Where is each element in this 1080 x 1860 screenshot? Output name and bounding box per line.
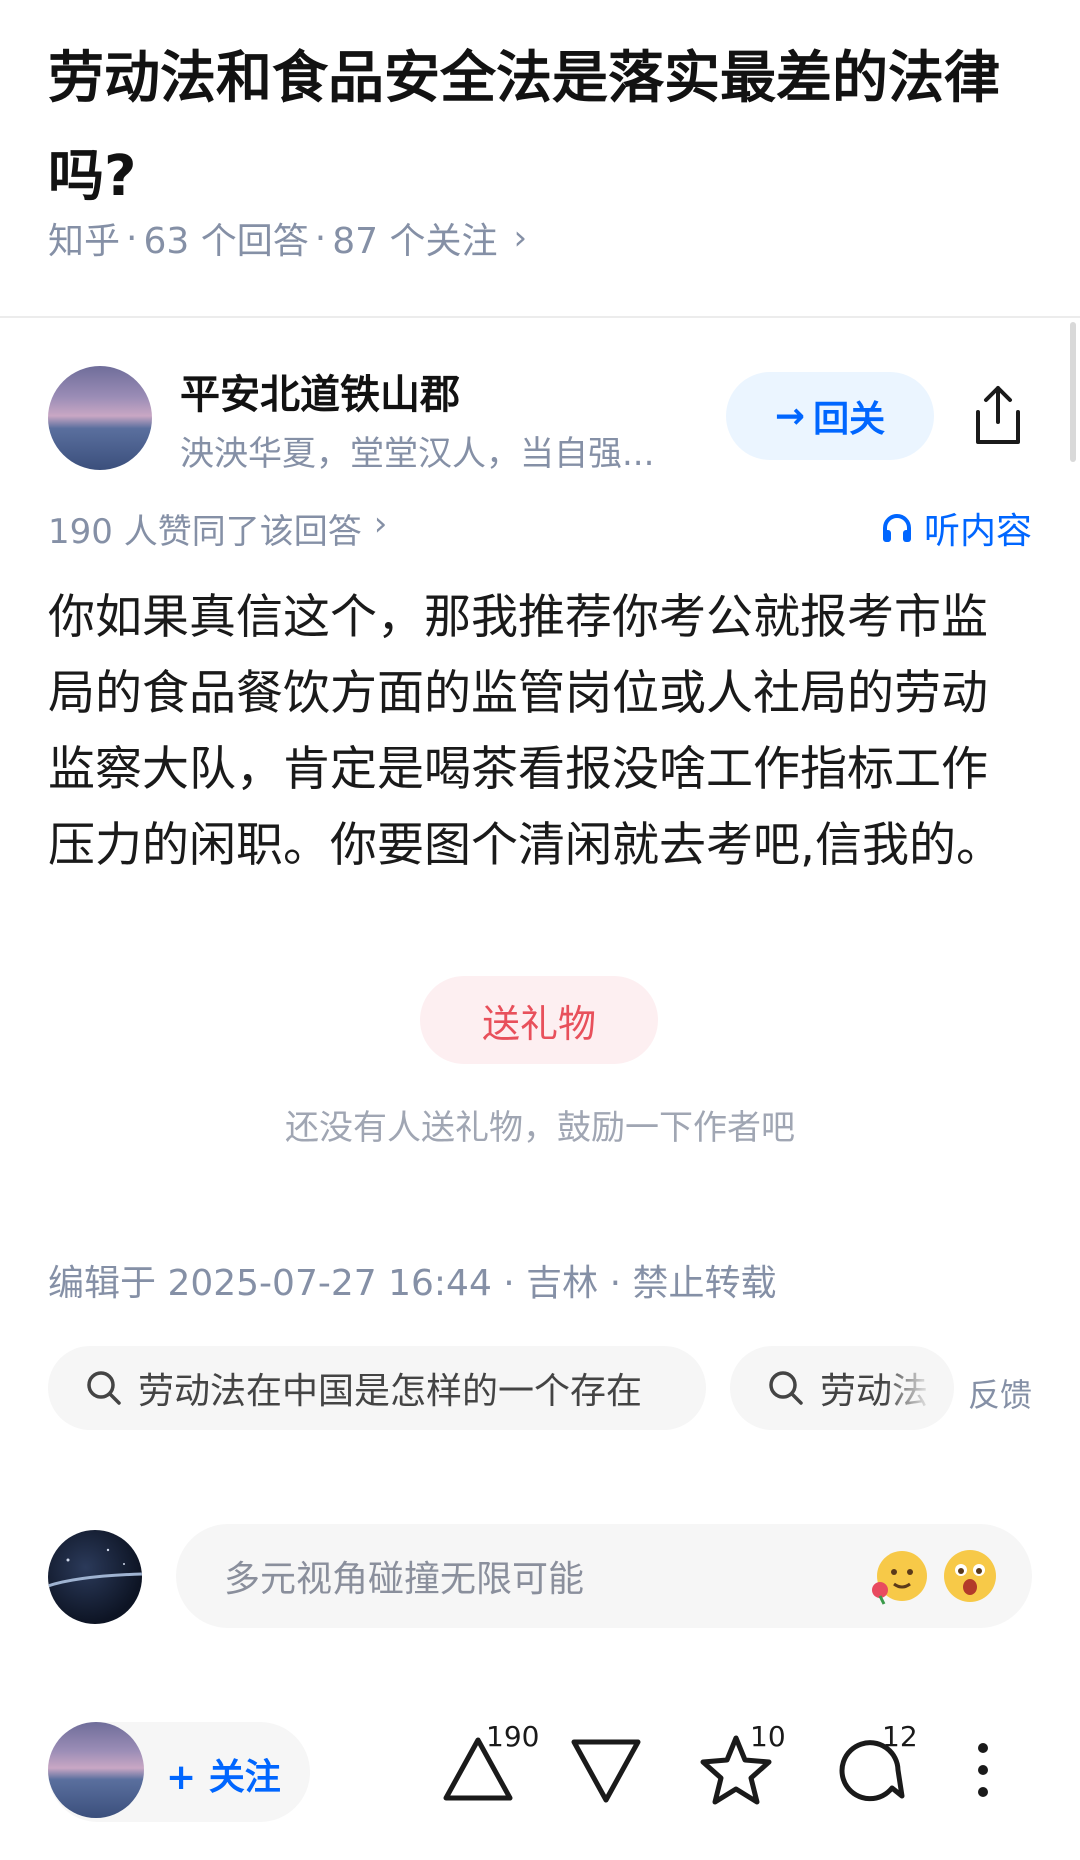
chevron-right-icon: ›	[373, 504, 388, 544]
feedback-link[interactable]: 反馈	[968, 1370, 1032, 1416]
arrow-right-icon: →	[774, 395, 806, 437]
favorite-count: 10	[750, 1720, 786, 1753]
more-options-icon[interactable]	[958, 1730, 1008, 1810]
follower-count: 87 个关注	[332, 221, 498, 262]
share-icon[interactable]	[968, 382, 1028, 448]
question-title[interactable]: 劳动法和食品安全法是落实最差的法律吗?	[48, 30, 1008, 226]
emoji-flower-icon[interactable]	[870, 1546, 930, 1606]
user-avatar[interactable]	[48, 1530, 142, 1624]
edit-info: 编辑于 2025-07-27 16:44 · 吉林 · 禁止转载	[48, 1263, 777, 1304]
comment-placeholder: 多元视角碰撞无限可能	[224, 1559, 585, 1600]
author-bio: 泱泱华夏，堂堂汉人，当自强...	[180, 434, 655, 474]
search-icon	[87, 1371, 121, 1405]
related-search-text: 劳动法在中国是怎样的一个存在	[138, 1371, 643, 1412]
author-avatar-small[interactable]	[48, 1722, 144, 1818]
author-avatar[interactable]	[48, 366, 152, 470]
answer-content: 你如果真信这个，那我推荐你考公就报考市监局的食品餐饮方面的监管岗位或人社局的劳动…	[48, 590, 1003, 873]
related-search-chip[interactable]: 劳动法在中国是怎样的一个存在	[48, 1346, 706, 1430]
headphones-icon	[882, 514, 911, 542]
gift-hint: 还没有人送礼物，鼓励一下作者吧	[285, 1108, 795, 1148]
related-search-chip[interactable]: 劳动法	[730, 1346, 954, 1430]
agree-text: 190 人赞同了该回答	[48, 512, 362, 552]
avatar-image	[48, 1548, 142, 1588]
listen-label: 听内容	[923, 511, 1032, 552]
emoji-surprised-icon[interactable]	[940, 1546, 1000, 1606]
send-gift-button[interactable]: 送礼物	[420, 976, 658, 1064]
question-meta[interactable]: 知乎 · 63 个回答 · 87 个关注 ›	[48, 212, 527, 264]
upvote-count: 190	[486, 1720, 540, 1753]
follow-label[interactable]: + 关注	[166, 1748, 281, 1800]
comment-count: 12	[882, 1720, 918, 1753]
follow-back-label: 回关	[813, 399, 886, 440]
agree-line[interactable]: 190 人赞同了该回答 ›	[48, 504, 387, 553]
follow-back-button[interactable]: → 回关	[726, 372, 934, 460]
downvote-icon[interactable]	[566, 1730, 646, 1810]
scrollbar[interactable]	[1070, 322, 1076, 462]
author-name[interactable]: 平安北道铁山郡	[180, 362, 460, 420]
search-icon	[769, 1371, 803, 1405]
meta-separator: ·	[314, 217, 327, 259]
source-label: 知乎	[48, 221, 121, 262]
related-search-text: 劳动法	[820, 1362, 928, 1414]
chevron-right-icon: ›	[513, 218, 528, 258]
divider	[0, 316, 1080, 318]
listen-button[interactable]: 听内容	[880, 502, 1032, 554]
answer-count: 63 个回答	[143, 221, 309, 262]
meta-separator: ·	[126, 217, 138, 259]
